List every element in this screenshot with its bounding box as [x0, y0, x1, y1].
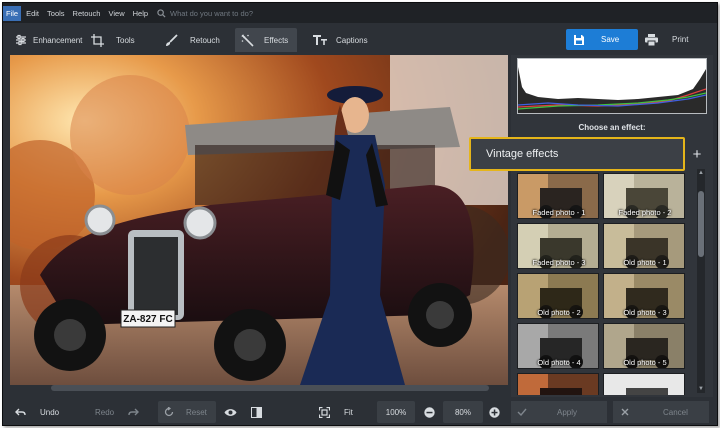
horizontal-scrollbar[interactable]: [51, 385, 489, 391]
preview-button[interactable]: [224, 401, 242, 423]
cancel-label: Cancel: [663, 407, 688, 417]
histogram-chart: [517, 59, 707, 113]
tab-tools[interactable]: Tools: [91, 28, 151, 52]
text-icon: [313, 35, 327, 45]
brush-icon: [166, 33, 178, 46]
sliders-icon: [16, 34, 26, 46]
fit-label: Fit: [344, 407, 353, 417]
reset-button[interactable]: Reset: [158, 401, 216, 423]
histogram: [517, 58, 707, 114]
magic-wand-icon: [241, 34, 254, 47]
tab-retouch[interactable]: Retouch: [165, 28, 227, 52]
print-button[interactable]: Print: [643, 29, 709, 50]
effect-thumbnail[interactable]: [603, 373, 685, 395]
license-plate: ZA-827 FC: [123, 314, 172, 325]
menu-file[interactable]: File: [3, 5, 22, 21]
effect-thumbnail[interactable]: Old photo - 4: [517, 323, 599, 369]
effects-scrollbar[interactable]: ▲ ▼: [697, 169, 705, 393]
effect-thumbnail[interactable]: Faded photo - 2: [603, 173, 685, 219]
menu-view[interactable]: View: [105, 6, 127, 21]
effect-label: Faded photo - 2: [618, 208, 672, 217]
menu-help[interactable]: Help: [130, 6, 151, 21]
photo-canvas[interactable]: ZA-827 FC: [10, 55, 508, 385]
zoom-level[interactable]: 80%: [443, 401, 483, 423]
app-window: File Edit Tools Retouch View Help What d…: [2, 2, 718, 426]
effect-label: Old photo - 5: [623, 358, 667, 367]
checkmark-icon: [517, 408, 527, 416]
scroll-thumb[interactable]: [698, 191, 704, 257]
tab-label: Captions: [336, 35, 368, 45]
menu-edit[interactable]: Edit: [23, 6, 42, 21]
redo-icon: [128, 408, 140, 415]
effect-category-dropdown[interactable]: Vintage effects: [469, 137, 685, 171]
save-button[interactable]: Save: [566, 29, 638, 50]
floppy-disk-icon: [574, 34, 584, 45]
reset-label: Reset: [186, 407, 207, 417]
reset-icon: [164, 407, 174, 417]
tab-bar: Enhancement Tools Retouch Effects Captio…: [3, 24, 717, 54]
fit-button[interactable]: Fit: [319, 401, 367, 423]
save-label: Save: [601, 35, 620, 44]
effect-label: Faded photo - 1: [532, 208, 586, 217]
redo-button[interactable]: Redo: [95, 401, 145, 423]
tab-enhancement[interactable]: Enhancement: [15, 28, 87, 52]
redo-label: Redo: [95, 407, 115, 417]
apply-button[interactable]: Apply: [511, 401, 607, 423]
effect-label: Faded photo - 3: [532, 258, 586, 267]
undo-icon: [15, 408, 26, 415]
zoom-100-button[interactable]: 100%: [377, 401, 415, 423]
effects-panel: Choose an effect: Vintage effects + Fade…: [469, 55, 713, 397]
compare-button[interactable]: [251, 401, 267, 423]
close-icon: [621, 408, 629, 416]
tab-captions[interactable]: Captions: [313, 28, 381, 52]
cancel-button[interactable]: Cancel: [613, 401, 709, 423]
effect-thumbnail[interactable]: Old photo - 2: [517, 273, 599, 319]
menu-tools[interactable]: Tools: [44, 6, 68, 21]
menu-search[interactable]: What do you want to do?: [157, 9, 253, 18]
search-icon: [157, 8, 166, 18]
tab-label: Effects: [264, 35, 289, 45]
menu-retouch[interactable]: Retouch: [70, 6, 104, 21]
plus-circle-icon: [489, 406, 500, 418]
effect-thumbnail[interactable]: [517, 373, 599, 395]
tab-label: Enhancement: [33, 35, 83, 45]
fit-screen-icon: [319, 406, 330, 418]
bottom-toolbar: Undo Redo Reset Fit 100% 80% Apply Cance…: [3, 398, 717, 425]
scroll-up-icon[interactable]: ▲: [697, 169, 705, 177]
crop-icon: [91, 33, 104, 47]
choose-effect-title: Choose an effect:: [578, 123, 646, 132]
menu-bar: File Edit Tools Retouch View Help What d…: [3, 3, 717, 23]
tab-label: Retouch: [190, 35, 220, 45]
effect-label: Old photo - 4: [537, 358, 581, 367]
print-label: Print: [672, 35, 689, 44]
effect-thumbnail[interactable]: Old photo - 1: [603, 223, 685, 269]
effect-thumbnail[interactable]: Old photo - 5: [603, 323, 685, 369]
zoom-in-button[interactable]: [489, 401, 503, 423]
undo-button[interactable]: Undo: [15, 401, 75, 423]
effect-label: Old photo - 2: [537, 308, 581, 317]
search-placeholder: What do you want to do?: [170, 8, 254, 18]
add-effect-button[interactable]: +: [689, 147, 705, 164]
printer-icon: [645, 33, 658, 46]
effect-label: Old photo - 1: [623, 258, 667, 267]
effect-thumbnail[interactable]: Old photo - 3: [603, 273, 685, 319]
effect-thumbnail[interactable]: Faded photo - 3: [517, 223, 599, 269]
tab-label: Tools: [116, 35, 135, 45]
effect-label: Old photo - 3: [623, 308, 667, 317]
minus-circle-icon: [424, 406, 435, 418]
eye-icon: [224, 408, 237, 416]
scroll-down-icon[interactable]: ▼: [697, 385, 705, 393]
undo-label: Undo: [40, 407, 60, 417]
effect-thumbnail-grid: Faded photo - 1 Faded photo - 2 Faded ph…: [517, 173, 689, 395]
tab-effects[interactable]: Effects: [235, 28, 297, 52]
compare-icon: [251, 406, 262, 418]
zoom-out-button[interactable]: [424, 401, 438, 423]
apply-label: Apply: [557, 407, 578, 417]
effect-thumbnail[interactable]: Faded photo - 1: [517, 173, 599, 219]
vintage-car-photo: ZA-827 FC: [10, 55, 508, 385]
